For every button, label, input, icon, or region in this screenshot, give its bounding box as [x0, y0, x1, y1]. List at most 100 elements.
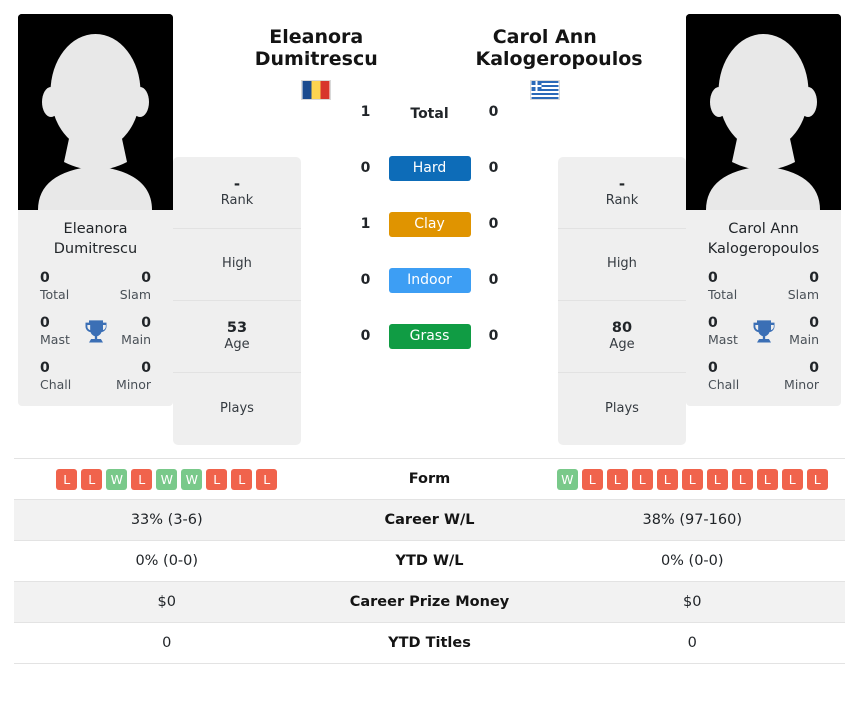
right-career-prize-money-value: $0 — [683, 594, 702, 610]
left-career-prize-money-value: $0 — [157, 594, 176, 610]
surface-badge-grass[interactable]: Grass — [388, 323, 471, 349]
right-plays-label: Plays — [605, 400, 639, 416]
left-minor-titles-value: 0 — [141, 360, 151, 377]
right-player-minor-titles: 0 Minor — [764, 359, 836, 394]
trophy-icon — [753, 320, 774, 343]
surface-badge-hard[interactable]: Hard — [388, 155, 471, 181]
h2h-row-indoor: 0 Indoor 0 — [301, 252, 558, 308]
row-label-career-wl: Career W/L — [384, 512, 475, 528]
h2h-grass-right-score: 0 — [488, 328, 499, 344]
row-label-form: Form — [408, 471, 451, 487]
form-badge-win[interactable]: W — [556, 468, 578, 490]
form-badge-loss[interactable]: L — [56, 468, 78, 490]
right-player-column: Carol Ann Kalogeropoulos 0 Total 0 Slam — [686, 14, 841, 407]
left-total-titles-value: 0 — [40, 270, 50, 287]
left-header-name-line1: Eleanora — [269, 26, 364, 48]
left-info-row-plays: Plays — [173, 373, 301, 445]
left-player-info-card: - Rank High 53 Age Plays — [173, 157, 301, 445]
left-player-photo — [18, 14, 173, 210]
left-form-strip: LLWLWWLLL — [18, 468, 316, 490]
left-rank-label: Rank — [220, 193, 254, 209]
h2h-total-label-cell: Total — [389, 103, 471, 122]
right-player-info-column: - Rank High 80 Age Plays — [558, 157, 686, 445]
left-player-info-column: - Rank High 53 Age Plays — [173, 157, 301, 445]
left-player-card-name-line2: Dumitrescu — [53, 240, 138, 257]
form-badge-win[interactable]: W — [106, 468, 128, 490]
left-info-row-rank: - Rank — [173, 157, 301, 229]
form-badge-loss[interactable]: L — [581, 468, 603, 490]
left-player-total-titles: 0 Total — [24, 269, 96, 304]
left-minor-titles-label: Minor — [116, 377, 151, 393]
right-player-titles-grid: 0 Total 0 Slam 0 Mast 0 Main 0 Chall 0 M… — [692, 269, 835, 394]
right-minor-titles-label: Minor — [784, 377, 819, 393]
h2h-row-clay: 1 Clay 0 — [301, 196, 558, 252]
right-slam-titles-label: Slam — [787, 287, 819, 303]
h2h-hard-left-score: 0 — [360, 160, 371, 176]
right-info-row-plays: Plays — [558, 373, 686, 445]
form-badge-loss[interactable]: L — [131, 468, 153, 490]
form-badge-loss[interactable]: L — [806, 468, 828, 490]
surface-badge-indoor[interactable]: Indoor — [388, 267, 471, 293]
left-chall-titles-value: 0 — [40, 360, 50, 377]
h2h-total-label: Total — [410, 105, 449, 122]
form-badge-loss[interactable]: L — [81, 468, 103, 490]
form-badge-loss[interactable]: L — [731, 468, 753, 490]
form-badge-loss[interactable]: L — [781, 468, 803, 490]
right-ytd-titles-value: 0 — [687, 635, 697, 651]
left-player-minor-titles: 0 Minor — [96, 359, 168, 394]
left-chall-titles-label: Chall — [40, 377, 72, 393]
right-player-card-name-line2: Kalogeropoulos — [707, 240, 820, 257]
left-career-wl-value: 33% (3-6) — [130, 512, 203, 528]
left-player-slam-titles: 0 Slam — [96, 269, 168, 304]
right-high-label: High — [607, 256, 637, 272]
left-player-column: Eleanora Dumitrescu 0 Total 0 Slam 0 Mas… — [18, 14, 173, 407]
left-high-label: High — [222, 256, 252, 272]
row-label-career-prize-money: Career Prize Money — [349, 594, 510, 610]
right-player-name-stats-card: Carol Ann Kalogeropoulos 0 Total 0 Slam — [686, 210, 841, 407]
right-age-label: Age — [609, 337, 635, 353]
form-badge-loss[interactable]: L — [631, 468, 653, 490]
h2h-row-hard: 0 Hard 0 — [301, 140, 558, 196]
left-slam-titles-label: Slam — [119, 287, 151, 303]
table-row-ytd-titles: 0 YTD Titles 0 — [14, 623, 845, 664]
h2h-hard-right-score: 0 — [488, 160, 499, 176]
left-info-row-high: High — [173, 229, 301, 301]
right-player-photo-card[interactable] — [686, 14, 841, 210]
right-career-wl-value: 38% (97-160) — [642, 512, 742, 528]
h2h-hard-label-cell: Hard — [388, 155, 471, 181]
left-ytd-titles-value: 0 — [162, 635, 172, 651]
right-total-titles-value: 0 — [708, 270, 718, 287]
left-total-titles-label: Total — [40, 287, 70, 303]
form-badge-loss[interactable]: L — [706, 468, 728, 490]
form-badge-loss[interactable]: L — [656, 468, 678, 490]
form-badge-loss[interactable]: L — [231, 468, 253, 490]
left-player-name-stats-card: Eleanora Dumitrescu 0 Total 0 Slam 0 Mas… — [18, 210, 173, 407]
form-badge-loss[interactable]: L — [606, 468, 628, 490]
right-header-name-line2: Kalogeropoulos — [475, 48, 643, 71]
left-slam-titles-value: 0 — [141, 270, 151, 287]
h2h-indoor-right-score: 0 — [488, 272, 499, 288]
right-player-card-name-line1: Carol Ann — [728, 221, 799, 237]
surface-badge-clay[interactable]: Clay — [388, 211, 471, 237]
form-badge-loss[interactable]: L — [756, 468, 778, 490]
right-player-photo — [686, 14, 841, 210]
h2h-grass-label-cell: Grass — [388, 323, 471, 349]
right-player-total-titles: 0 Total — [692, 269, 764, 304]
right-header-name-line1: Carol Ann — [492, 26, 597, 48]
table-row-form: LLWLWWLLL Form WLLLLLLLLLL — [14, 459, 845, 500]
h2h-clay-left-score: 1 — [360, 216, 371, 232]
form-badge-loss[interactable]: L — [256, 468, 278, 490]
h2h-indoor-left-score: 0 — [360, 272, 371, 288]
right-player-header-name: Carol Ann Kalogeropoulos — [476, 26, 643, 71]
right-form-cell: WLLLLLLLLLL — [540, 464, 846, 495]
left-player-photo-card[interactable] — [18, 14, 173, 210]
player-avatar-silhouette — [686, 14, 841, 210]
form-badge-win[interactable]: W — [156, 468, 178, 490]
h2h-row-grass: 0 Grass 0 — [301, 308, 558, 364]
h2h-clay-right-score: 0 — [488, 216, 499, 232]
form-badge-loss[interactable]: L — [206, 468, 228, 490]
h2h-indoor-label-cell: Indoor — [388, 267, 471, 293]
form-badge-loss[interactable]: L — [681, 468, 703, 490]
right-slam-titles-value: 0 — [809, 270, 819, 287]
form-badge-win[interactable]: W — [181, 468, 203, 490]
